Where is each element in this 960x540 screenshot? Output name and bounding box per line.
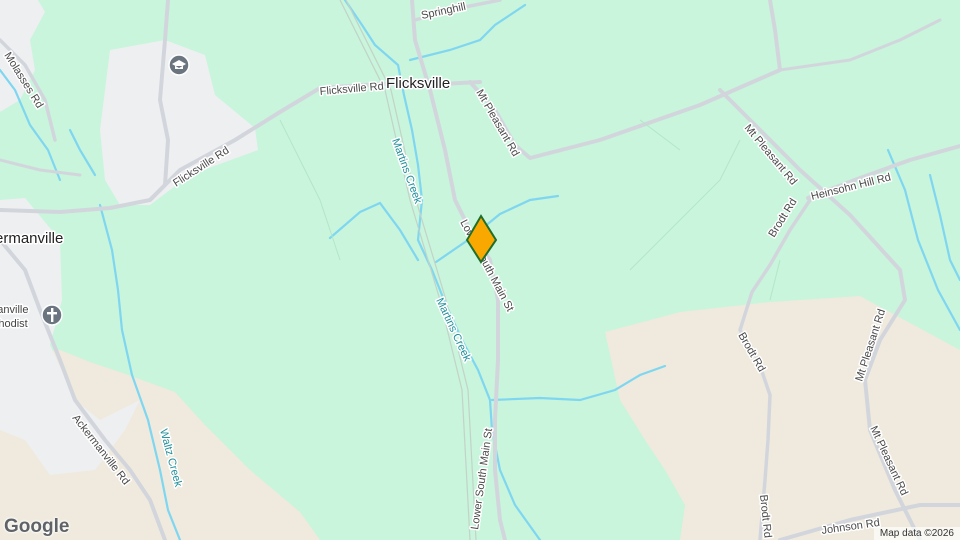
label-ackermanville: Ackermanville [0,230,63,247]
map-attribution[interactable]: Map data ©2026 [873,527,960,540]
label-flicksville: Flicksville [386,75,450,92]
label-church-line1: Ackermanville [0,304,28,316]
cross-icon[interactable] [41,304,63,326]
map-canvas[interactable]: Flicksville Rd Flicksville Rd Mt Pleasan… [0,0,960,540]
map-base: Flicksville Rd Flicksville Rd Mt Pleasan… [0,0,960,540]
label-church-line2: Methodist [0,318,28,330]
graduation-cap-icon[interactable] [168,54,190,76]
google-logo[interactable]: Google [4,516,69,538]
